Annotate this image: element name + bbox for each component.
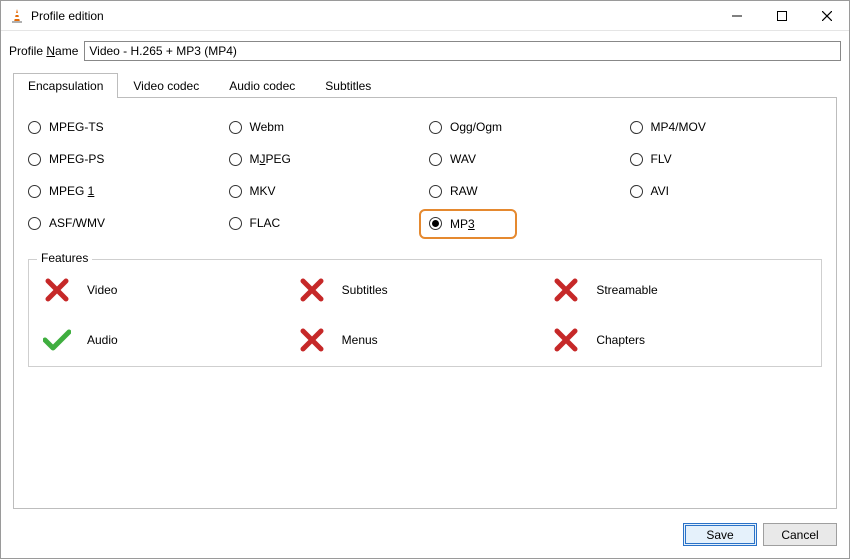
tab-video-codec[interactable]: Video codec — [118, 73, 214, 98]
radio-indicator-icon — [28, 153, 41, 166]
tab-subtitles[interactable]: Subtitles — [310, 73, 386, 98]
cancel-button[interactable]: Cancel — [763, 523, 837, 546]
features-group: Features VideoSubtitlesStreamableAudioMe… — [28, 259, 822, 367]
minimize-icon — [732, 11, 742, 21]
radio-label: MKV — [250, 184, 276, 198]
radio-avi[interactable]: AVI — [630, 184, 823, 198]
feature-subtitles: Subtitles — [298, 278, 553, 302]
radio-label: WAV — [450, 152, 476, 166]
cross-icon — [298, 278, 326, 302]
radio-label: MJPEG — [250, 152, 291, 166]
tab-audio-codec[interactable]: Audio codec — [214, 73, 310, 98]
radio-indicator-icon — [429, 185, 442, 198]
radio-indicator-icon — [229, 217, 242, 230]
feature-video: Video — [43, 278, 298, 302]
feature-label: Menus — [342, 333, 378, 347]
radio-label: FLAC — [250, 216, 281, 230]
close-icon — [822, 11, 832, 21]
radio-asf-wmv[interactable]: ASF/WMV — [28, 216, 221, 230]
radio-label: ASF/WMV — [49, 216, 105, 230]
feature-menus: Menus — [298, 328, 553, 352]
radio-label: RAW — [450, 184, 478, 198]
dialog-window: Profile edition Profile Name Encapsulati… — [0, 0, 850, 559]
cross-icon — [552, 328, 580, 352]
minimize-button[interactable] — [714, 1, 759, 31]
radio-flv[interactable]: FLV — [630, 152, 823, 166]
feature-streamable: Streamable — [552, 278, 807, 302]
maximize-icon — [777, 11, 787, 21]
encapsulation-panel: MPEG-TS Webm Ogg/Ogm MP4/MOV MPEG-PS MJPEG WAV… — [13, 98, 837, 509]
radio-label: Ogg/Ogm — [450, 120, 502, 134]
feature-audio: Audio — [43, 328, 298, 352]
vlc-cone-icon — [9, 8, 25, 24]
radio-indicator-icon — [429, 153, 442, 166]
radio-indicator-icon — [429, 121, 442, 134]
radio-indicator-icon — [28, 185, 41, 198]
radio-mp4-mov[interactable]: MP4/MOV — [630, 120, 823, 134]
radio-label: MPEG-TS — [49, 120, 104, 134]
radio-label: AVI — [651, 184, 669, 198]
radio-mp3[interactable]: MP3 — [429, 217, 475, 231]
radio-indicator-icon — [229, 121, 242, 134]
profile-name-input[interactable] — [84, 41, 841, 61]
radio-label: MP3 — [450, 217, 475, 231]
profile-name-row: Profile Name — [1, 31, 849, 67]
cross-icon — [552, 278, 580, 302]
radio-indicator-icon — [630, 121, 643, 134]
radio-label: FLV — [651, 152, 672, 166]
radio-mpeg-ps[interactable]: MPEG-PS — [28, 152, 221, 166]
titlebar: Profile edition — [1, 1, 849, 31]
features-legend: Features — [37, 251, 92, 265]
cross-icon — [43, 278, 71, 302]
radio-mjpeg[interactable]: MJPEG — [229, 152, 422, 166]
radio-wav[interactable]: WAV — [429, 152, 622, 166]
tabstrip: EncapsulationVideo codecAudio codecSubti… — [1, 67, 849, 98]
feature-label: Streamable — [596, 283, 657, 297]
radio-label: MPEG-PS — [49, 152, 104, 166]
radio-indicator-icon — [229, 185, 242, 198]
maximize-button[interactable] — [759, 1, 804, 31]
profile-name-label: Profile Name — [9, 44, 78, 58]
window-title: Profile edition — [31, 9, 104, 23]
radio-highlight: MP3 — [419, 209, 517, 239]
cross-icon — [298, 328, 326, 352]
dialog-buttons: Save Cancel — [1, 517, 849, 558]
radio-ogg-ogm[interactable]: Ogg/Ogm — [429, 120, 622, 134]
radio-webm[interactable]: Webm — [229, 120, 422, 134]
feature-label: Video — [87, 283, 117, 297]
radio-indicator-icon — [630, 153, 643, 166]
feature-label: Audio — [87, 333, 118, 347]
radio-indicator-icon — [229, 153, 242, 166]
radio-raw[interactable]: RAW — [429, 184, 622, 198]
radio-mpeg-1[interactable]: MPEG 1 — [28, 184, 221, 198]
feature-label: Subtitles — [342, 283, 388, 297]
feature-chapters: Chapters — [552, 328, 807, 352]
radio-label: Webm — [250, 120, 284, 134]
radio-label: MPEG 1 — [49, 184, 94, 198]
radio-indicator-icon — [28, 121, 41, 134]
radio-flac[interactable]: FLAC — [229, 216, 422, 230]
check-icon — [43, 328, 71, 352]
encapsulation-radio-grid: MPEG-TS Webm Ogg/Ogm MP4/MOV MPEG-PS MJPEG WAV… — [28, 120, 822, 237]
radio-mpeg-ts[interactable]: MPEG-TS — [28, 120, 221, 134]
radio-indicator-icon — [429, 217, 442, 230]
radio-mkv[interactable]: MKV — [229, 184, 422, 198]
close-button[interactable] — [804, 1, 849, 31]
tab-encapsulation[interactable]: Encapsulation — [13, 73, 118, 98]
radio-indicator-icon — [28, 217, 41, 230]
save-button[interactable]: Save — [683, 523, 757, 546]
radio-label: MP4/MOV — [651, 120, 706, 134]
radio-indicator-icon — [630, 185, 643, 198]
feature-label: Chapters — [596, 333, 645, 347]
